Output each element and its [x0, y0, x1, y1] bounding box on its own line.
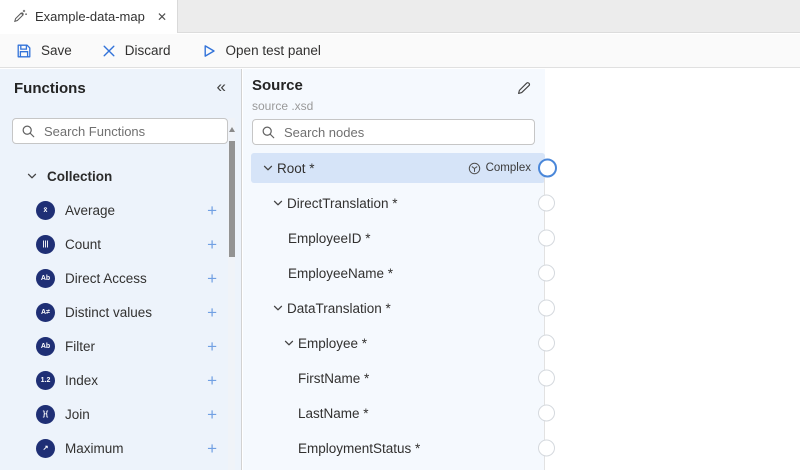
- chevron-down-icon[interactable]: [272, 302, 284, 314]
- direct-access-function-icon: Ab: [36, 269, 55, 288]
- open-test-panel-button[interactable]: Open test panel: [201, 43, 321, 59]
- join-function-icon: }{: [36, 405, 55, 424]
- dismiss-icon: [102, 44, 116, 58]
- add-function-button[interactable]: +: [207, 406, 217, 423]
- save-button[interactable]: Save: [16, 43, 72, 59]
- data-map-wand-icon: [12, 9, 27, 24]
- functions-list: x̄ Average + ||| Count + Ab Direct Acces…: [0, 193, 241, 465]
- functions-search: [12, 118, 228, 144]
- functions-scrollbar-thumb[interactable]: [229, 141, 235, 257]
- connection-handle[interactable]: [538, 230, 555, 247]
- scrollbar-up-arrow-icon[interactable]: [229, 127, 235, 132]
- index-function-icon: 1.2: [36, 371, 55, 390]
- tree-node-employmentstatus[interactable]: EmploymentStatus *: [251, 433, 545, 463]
- add-function-button[interactable]: +: [207, 338, 217, 355]
- tree-node-employeeid[interactable]: EmployeeID *: [251, 223, 545, 253]
- function-item-filter[interactable]: Ab Filter +: [0, 329, 241, 363]
- chevron-down-icon[interactable]: [272, 197, 284, 209]
- function-item-direct-access[interactable]: Ab Direct Access +: [0, 261, 241, 295]
- functions-panel: Functions « Collection x̄ Average + ||| …: [0, 69, 242, 470]
- save-icon: [16, 43, 32, 59]
- tree-node-lastname[interactable]: LastName *: [251, 398, 545, 428]
- distinct-values-function-icon: A≠: [36, 303, 55, 322]
- tab-close-icon[interactable]: ✕: [157, 11, 167, 23]
- connection-handle[interactable]: [538, 195, 555, 212]
- add-function-button[interactable]: +: [207, 236, 217, 253]
- source-panel-title: Source: [252, 77, 303, 94]
- count-function-icon: |||: [36, 235, 55, 254]
- add-function-button[interactable]: +: [207, 372, 217, 389]
- discard-button-label: Discard: [125, 43, 171, 58]
- function-item-join[interactable]: }{ Join +: [0, 397, 241, 431]
- tab-bar: Example-data-map ✕: [0, 0, 800, 33]
- connection-handle[interactable]: [538, 300, 555, 317]
- function-item-distinct-values[interactable]: A≠ Distinct values +: [0, 295, 241, 329]
- filter-function-icon: Ab: [36, 337, 55, 356]
- tree-node-employeename[interactable]: EmployeeName *: [251, 258, 545, 288]
- functions-panel-title: Functions: [14, 80, 86, 97]
- function-item-average[interactable]: x̄ Average +: [0, 193, 241, 227]
- tree-node-datatranslation[interactable]: DataTranslation *: [251, 293, 545, 323]
- connection-handle[interactable]: [538, 265, 555, 282]
- connection-handle[interactable]: [538, 159, 557, 178]
- tab-example-data-map[interactable]: Example-data-map ✕: [0, 0, 178, 33]
- functions-search-input[interactable]: [42, 123, 222, 140]
- tree-node-employee[interactable]: Employee *: [251, 328, 545, 358]
- tree-node-firstname[interactable]: FirstName *: [251, 363, 545, 393]
- add-function-button[interactable]: +: [207, 270, 217, 287]
- command-toolbar: Save Discard Open test panel: [0, 34, 800, 68]
- chevron-down-icon: [26, 170, 38, 182]
- connection-handle[interactable]: [538, 405, 555, 422]
- open-test-panel-label: Open test panel: [226, 43, 321, 58]
- connector-line: [544, 168, 545, 470]
- edit-schema-pencil-icon[interactable]: [516, 80, 532, 96]
- complex-type-badge: Complex: [468, 162, 531, 175]
- maximum-function-icon: ↗: [36, 439, 55, 458]
- function-item-count[interactable]: ||| Count +: [0, 227, 241, 261]
- add-function-button[interactable]: +: [207, 202, 217, 219]
- source-panel: Source source .xsd Root *: [243, 69, 545, 470]
- search-icon: [261, 125, 276, 140]
- connection-handle[interactable]: [538, 335, 555, 352]
- nodes-search-input[interactable]: [282, 124, 526, 141]
- nodes-search: [252, 119, 535, 145]
- section-collection-label: Collection: [47, 169, 112, 184]
- average-function-icon: x̄: [36, 201, 55, 220]
- tab-label: Example-data-map: [35, 9, 145, 24]
- save-button-label: Save: [41, 43, 72, 58]
- source-schema-filename: source .xsd: [252, 99, 313, 113]
- collapse-panel-icon[interactable]: «: [217, 77, 226, 97]
- chevron-down-icon[interactable]: [262, 162, 274, 174]
- chevron-down-icon[interactable]: [283, 337, 295, 349]
- connection-handle[interactable]: [538, 440, 555, 457]
- discard-button[interactable]: Discard: [102, 43, 171, 58]
- complex-type-icon: [468, 162, 481, 175]
- section-collection[interactable]: Collection: [0, 161, 241, 191]
- tree-node-root[interactable]: Root * Complex: [251, 153, 545, 183]
- connection-handle[interactable]: [538, 370, 555, 387]
- play-icon: [201, 43, 217, 59]
- search-icon: [21, 124, 36, 139]
- function-item-index[interactable]: 1.2 Index +: [0, 363, 241, 397]
- add-function-button[interactable]: +: [207, 304, 217, 321]
- function-item-maximum[interactable]: ↗ Maximum +: [0, 431, 241, 465]
- source-schema-tree: Root * Complex DirectTranslation * Emplo…: [243, 153, 545, 468]
- add-function-button[interactable]: +: [207, 440, 217, 457]
- tree-node-directtranslation[interactable]: DirectTranslation *: [251, 188, 545, 218]
